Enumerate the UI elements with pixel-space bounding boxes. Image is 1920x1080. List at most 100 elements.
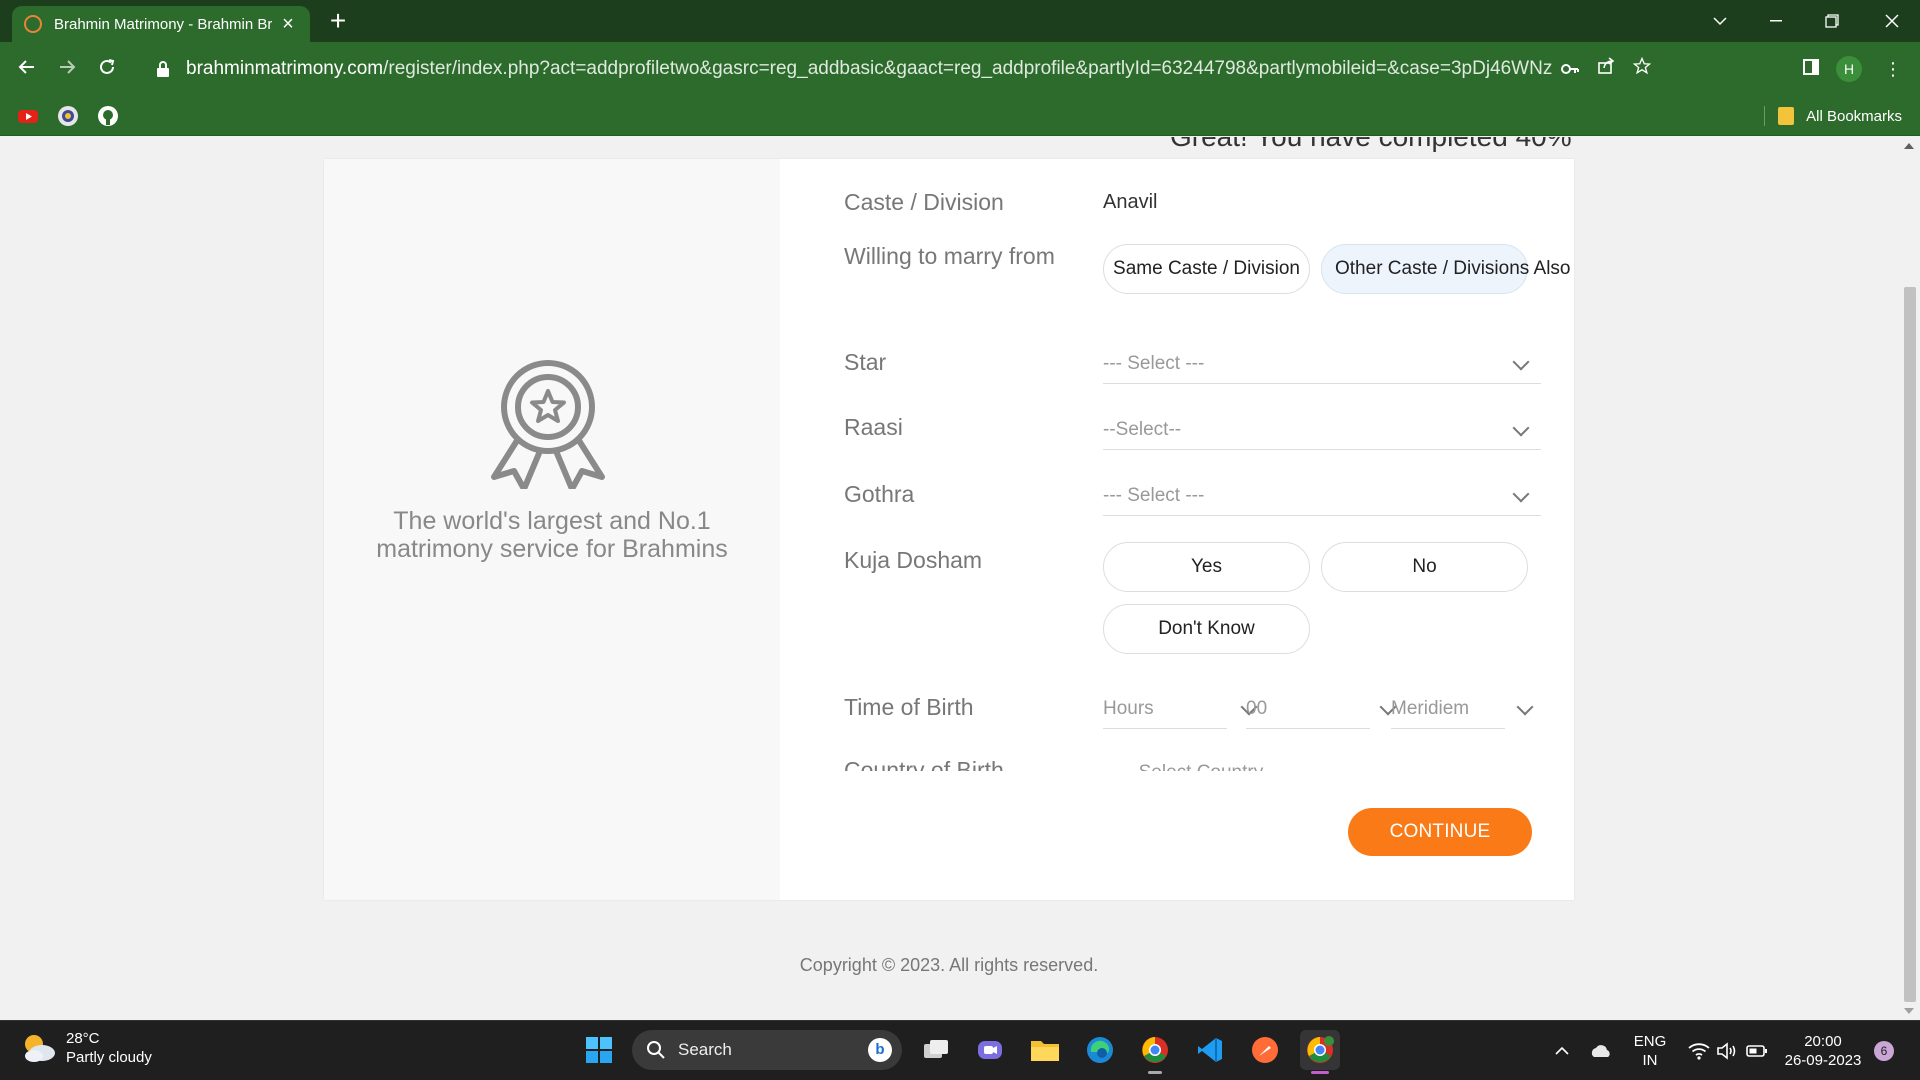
continue-button[interactable]: CONTINUE — [1348, 808, 1532, 856]
taskbar-search[interactable]: Search b — [632, 1030, 902, 1070]
teams-chat-icon[interactable] — [970, 1030, 1010, 1070]
share-icon[interactable] — [1588, 51, 1624, 87]
show-hidden-icons-chevron[interactable] — [1548, 1021, 1576, 1080]
forward-button[interactable] — [50, 52, 84, 86]
scroll-down-arrow-icon[interactable] — [1904, 1008, 1914, 1014]
new-tab-button[interactable]: + — [322, 6, 354, 38]
file-explorer-icon[interactable] — [1025, 1030, 1065, 1070]
kuja-no-option[interactable]: No — [1321, 542, 1528, 592]
close-window-button[interactable] — [1864, 0, 1920, 42]
close-tab-icon[interactable]: × — [278, 13, 298, 36]
password-key-icon[interactable] — [1552, 51, 1588, 87]
caste-label: Caste / Division — [844, 189, 1004, 215]
scroll-up-arrow-icon[interactable] — [1904, 143, 1914, 149]
browser-tab[interactable]: Brahmin Matrimony - Brahmin Br × — [12, 6, 310, 42]
horoscope-form: Caste / Division Anavil Willing to marry… — [780, 159, 1574, 771]
folder-icon — [1778, 107, 1795, 125]
language-code: ENG — [1633, 1033, 1667, 1050]
notification-badge[interactable]: 6 — [1874, 1041, 1894, 1061]
page-scrollbar[interactable] — [1900, 137, 1920, 1020]
weather-condition-text: Partly cloudy — [66, 1049, 152, 1066]
raasi-select[interactable]: --Select-- — [1103, 410, 1541, 450]
hours-select-value: Hours — [1103, 697, 1154, 719]
minutes-select[interactable]: 00 — [1246, 689, 1397, 729]
star-select-value: --- Select --- — [1103, 352, 1205, 374]
task-view-icon[interactable] — [916, 1030, 956, 1070]
more-menu-icon[interactable]: ⋮ — [1876, 52, 1910, 86]
youtube-bookmark-icon[interactable] — [16, 104, 40, 128]
region-code: IN — [1642, 1052, 1658, 1069]
same-caste-option[interactable]: Same Caste / Division — [1103, 244, 1310, 294]
page-viewport: Great! You have completed 40% The world'… — [0, 137, 1900, 1020]
back-button[interactable] — [10, 52, 44, 86]
chevron-down-icon — [1512, 419, 1530, 437]
other-caste-option[interactable]: Other Caste / Divisions Also — [1321, 244, 1570, 294]
profile-avatar[interactable]: H — [1836, 56, 1862, 82]
chevron-down-icon — [1512, 353, 1530, 371]
onedrive-icon[interactable] — [1586, 1021, 1616, 1080]
search-icon — [647, 1041, 665, 1059]
windows-taskbar: 28°C Partly cloudy Search b ENG IN 20:00… — [0, 1020, 1920, 1080]
scrollbar-thumb[interactable] — [1904, 287, 1916, 1002]
volume-icon[interactable] — [1712, 1021, 1742, 1080]
raasi-select-value: --Select-- — [1103, 418, 1182, 440]
kuja-yes-option[interactable]: Yes — [1103, 542, 1310, 592]
star-select[interactable]: --- Select --- — [1103, 344, 1541, 384]
tab-title: Brahmin Matrimony - Brahmin Br — [54, 15, 272, 33]
bookmark-star-icon[interactable] — [1624, 51, 1660, 87]
copyright-text: Copyright © 2023. All rights reserved. — [799, 955, 1099, 975]
edge-browser-icon[interactable] — [1080, 1030, 1120, 1070]
tab-strip: Brahmin Matrimony - Brahmin Br × + — [0, 0, 1920, 42]
gothra-select[interactable]: --- Select --- — [1103, 476, 1541, 516]
tab-search-chevron-icon[interactable] — [1692, 0, 1748, 42]
side-panel-icon[interactable] — [1794, 52, 1828, 86]
running-indicator — [1148, 1071, 1162, 1074]
all-bookmarks-label: All Bookmarks — [1806, 107, 1902, 125]
gothra-select-value: --- Select --- — [1103, 484, 1205, 506]
time-of-birth-label: Time of Birth — [844, 694, 974, 720]
kuja-dosham-label: Kuja Dosham — [844, 547, 983, 573]
hours-select[interactable]: Hours — [1103, 689, 1258, 729]
caste-value: Anavil — [1103, 191, 1158, 213]
restore-button[interactable] — [1804, 0, 1860, 42]
meridiem-select[interactable]: Meridiem — [1391, 689, 1534, 729]
reload-button[interactable] — [90, 52, 124, 86]
chrome-active-icon[interactable] — [1300, 1030, 1340, 1074]
address-bar[interactable]: brahminmatrimony.com/register/index.php?… — [140, 48, 1670, 90]
bookmarks-bar: All Bookmarks — [0, 96, 1920, 136]
country-of-birth-select[interactable]: - Select Country - — [1127, 762, 1275, 771]
language-indicator[interactable]: ENG IN — [1628, 1021, 1672, 1080]
promo-panel: The world's largest and No.1 matrimony s… — [324, 159, 780, 900]
minimize-button[interactable] — [1748, 0, 1804, 42]
github-bookmark-icon[interactable] — [96, 104, 120, 128]
postman-icon[interactable] — [1245, 1030, 1285, 1070]
progress-heading: Great! You have completed 40% — [1170, 137, 1572, 153]
battery-icon[interactable] — [1742, 1021, 1772, 1080]
temperature-text: 28°C — [66, 1030, 100, 1047]
weather-widget[interactable]: 28°C Partly cloudy — [20, 1029, 152, 1067]
running-indicator — [1311, 1071, 1329, 1074]
clock-date: 26-09-2023 — [1784, 1052, 1862, 1069]
chrome-profile-icon[interactable] — [1135, 1030, 1175, 1074]
clock[interactable]: 20:00 26-09-2023 — [1776, 1021, 1870, 1080]
clock-time: 20:00 — [1804, 1033, 1842, 1050]
tagline-text: The world's largest and No.1 matrimony s… — [376, 507, 728, 563]
chevron-down-icon — [1516, 698, 1534, 716]
minutes-select-value: 00 — [1246, 697, 1268, 719]
chevron-down-icon — [1512, 485, 1530, 503]
bing-icon[interactable]: b — [868, 1038, 892, 1062]
kuja-dont-know-option[interactable]: Don't Know — [1103, 604, 1310, 654]
vscode-icon[interactable] — [1190, 1030, 1230, 1070]
award-ribbon-icon — [491, 360, 605, 489]
partly-cloudy-icon — [25, 1035, 55, 1062]
registration-card: The world's largest and No.1 matrimony s… — [324, 159, 1574, 900]
lock-icon — [157, 61, 169, 77]
raasi-label: Raasi — [844, 414, 903, 440]
wifi-icon[interactable] — [1684, 1021, 1714, 1080]
browser-toolbar: brahminmatrimony.com/register/index.php?… — [0, 42, 1920, 96]
start-button[interactable] — [579, 1030, 619, 1070]
all-bookmarks-button[interactable]: All Bookmarks — [1778, 104, 1902, 128]
url-text: brahminmatrimony.com/register/index.php?… — [186, 58, 1552, 79]
site-bookmark-icon[interactable] — [56, 104, 80, 128]
country-of-birth-label: Country of Birth — [844, 757, 1004, 771]
